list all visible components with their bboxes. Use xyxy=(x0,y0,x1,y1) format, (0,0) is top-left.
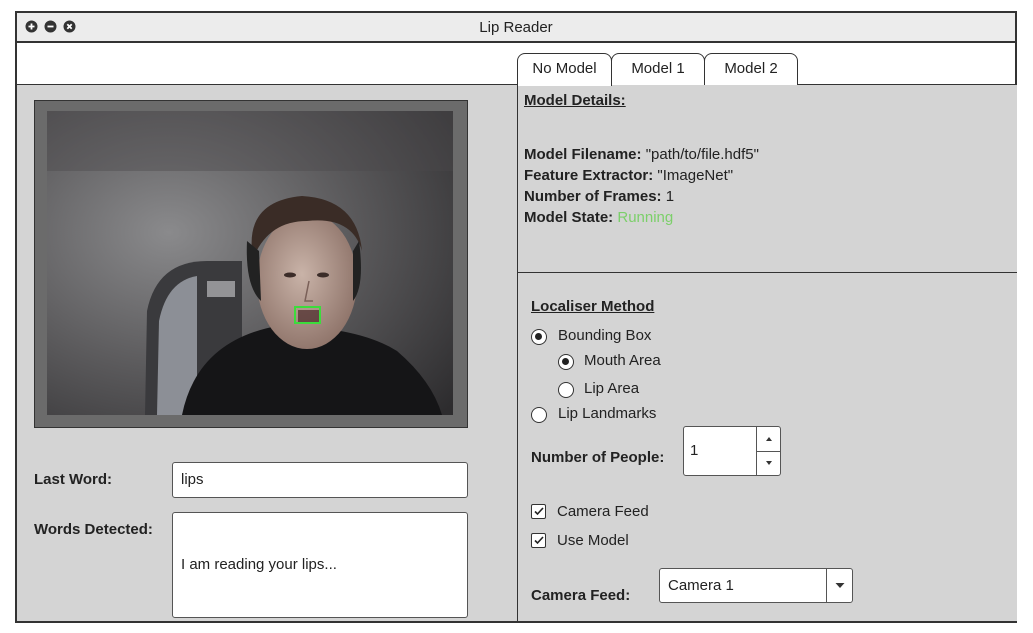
last-word-label: Last Word: xyxy=(34,471,113,488)
model-filename-value: "path/to/file.hdf5" xyxy=(645,146,759,163)
checkmark-icon xyxy=(533,536,544,545)
video-panel: Last Word: lips Words Detected: I am rea… xyxy=(17,85,517,621)
camera-feed-image xyxy=(47,111,453,415)
mouth-area-radio[interactable] xyxy=(558,354,574,370)
decrement-button[interactable] xyxy=(757,451,781,475)
model-state-label: Model State: xyxy=(524,209,614,226)
lip-area-radio[interactable] xyxy=(558,382,574,398)
model-details-section: Model Details: Model Filename: "path/to/… xyxy=(518,85,1017,273)
model-tab-strip: No Model Model 1 Model 2 xyxy=(17,43,1015,86)
camera-feed-label: Camera Feed: xyxy=(531,587,631,604)
chevron-down-icon xyxy=(835,583,845,588)
localiser-method-heading: Localiser Method xyxy=(531,298,655,315)
increment-button[interactable] xyxy=(757,427,781,452)
camera-feed-checkbox-label: Camera Feed xyxy=(557,503,649,520)
tab-no-model[interactable]: No Model xyxy=(517,53,612,86)
title-bar: Lip Reader xyxy=(17,13,1015,43)
lip-landmarks-label: Lip Landmarks xyxy=(558,405,657,422)
feature-extractor-value: "ImageNet" xyxy=(657,167,734,184)
use-model-checkbox[interactable] xyxy=(531,533,546,548)
model-filename-label: Model Filename: xyxy=(524,146,642,163)
model-filename-row: Model Filename: "path/to/file.hdf5" xyxy=(524,146,759,163)
model-state-row: Model State: Running xyxy=(524,209,673,226)
camera-select-value: Camera 1 xyxy=(668,577,734,594)
number-of-frames-row: Number of Frames: 1 xyxy=(524,188,674,205)
mouth-area-label: Mouth Area xyxy=(584,352,661,369)
checkmark-icon xyxy=(533,507,544,516)
caret-down-icon xyxy=(766,461,772,465)
words-detected-field[interactable]: I am reading your lips... xyxy=(172,512,468,618)
tab-model-2[interactable]: Model 2 xyxy=(704,53,798,85)
lip-area-label: Lip Area xyxy=(584,380,640,397)
spinbox-buttons xyxy=(756,427,781,475)
feature-extractor-label: Feature Extractor: xyxy=(524,167,654,184)
number-of-people-spinbox[interactable]: 1 xyxy=(683,426,781,476)
tab-model-1[interactable]: Model 1 xyxy=(611,53,705,85)
model-details-heading: Model Details: xyxy=(524,92,626,109)
bounding-box-radio[interactable] xyxy=(531,329,547,345)
settings-panel: Model Details: Model Filename: "path/to/… xyxy=(517,85,1017,621)
caret-up-icon xyxy=(766,437,772,441)
number-of-frames-label: Number of Frames: xyxy=(524,188,662,205)
bounding-box-label: Bounding Box xyxy=(558,327,652,344)
number-of-people-label: Number of People: xyxy=(531,449,665,466)
model-state-value: Running xyxy=(617,209,674,226)
app-window: Lip Reader No Model Model 1 Model 2 Last… xyxy=(15,11,1017,623)
window-title: Lip Reader xyxy=(479,19,553,36)
dropdown-button[interactable] xyxy=(826,569,853,602)
camera-frame xyxy=(34,100,468,428)
number-of-people-value: 1 xyxy=(690,442,699,459)
camera-feed-checkbox[interactable] xyxy=(531,504,546,519)
camera-select[interactable]: Camera 1 xyxy=(659,568,853,603)
words-detected-label: Words Detected: xyxy=(34,521,153,538)
last-word-field[interactable]: lips xyxy=(172,462,468,498)
number-of-frames-value: 1 xyxy=(665,188,675,205)
feature-extractor-row: Feature Extractor: "ImageNet" xyxy=(524,167,733,184)
lip-landmarks-radio[interactable] xyxy=(531,407,547,423)
use-model-checkbox-label: Use Model xyxy=(557,532,629,549)
